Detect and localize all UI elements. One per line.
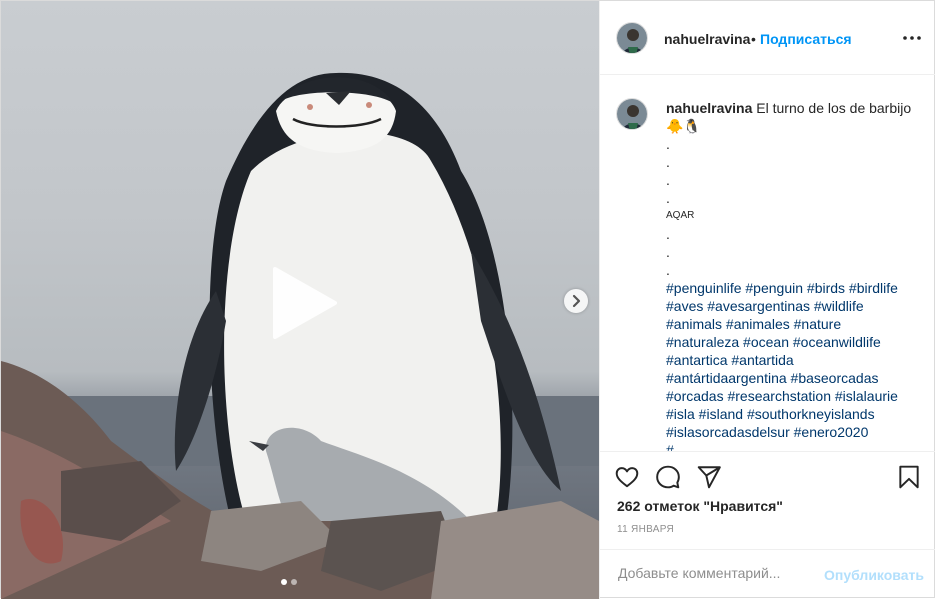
hashtag-line[interactable]: #penguinlife #penguin #birds #birdlife xyxy=(666,279,916,297)
play-button[interactable] xyxy=(263,263,343,343)
hashtag-line[interactable]: #isla #island #southorkneyislands xyxy=(666,405,916,423)
post-actions: 262 отметок "Нравится" 11 ЯНВАРЯ xyxy=(600,451,935,550)
avatar-image xyxy=(617,23,647,53)
post-header: nahuelravina • Подписаться xyxy=(600,1,935,75)
bookmark-icon xyxy=(899,465,919,489)
heart-icon xyxy=(615,467,639,488)
comment-button[interactable] xyxy=(655,464,681,490)
post-caption: nahuelravina El turno de los de barbijo … xyxy=(666,99,916,451)
carousel-dot xyxy=(291,579,297,585)
header-separator: • xyxy=(751,31,756,47)
post-sidebar: nahuelravina • Подписаться nahuelravina … xyxy=(599,1,935,599)
share-button[interactable] xyxy=(696,464,722,490)
caption-line: . xyxy=(666,154,670,170)
hashtag-line[interactable]: #... xyxy=(666,441,916,451)
add-comment-bar: Опубликовать xyxy=(600,549,935,600)
hashtag-line[interactable]: #animals #animales #nature xyxy=(666,315,916,333)
save-button[interactable] xyxy=(896,464,922,490)
carousel-indicator xyxy=(281,579,297,585)
post-media[interactable] xyxy=(1,1,599,599)
comment-input[interactable] xyxy=(616,564,810,582)
carousel-next-button[interactable] xyxy=(564,289,588,313)
caption-avatar[interactable] xyxy=(616,98,648,130)
avatar-image xyxy=(617,99,647,129)
caption-line: . xyxy=(666,262,670,278)
play-icon xyxy=(273,267,337,339)
send-icon xyxy=(697,466,721,489)
more-options-button[interactable] xyxy=(900,26,924,50)
carousel-dot xyxy=(281,579,287,585)
caption-line: . xyxy=(666,190,670,206)
hashtag-line[interactable]: #naturaleza #ocean #oceanwildlife xyxy=(666,333,916,351)
avatar[interactable] xyxy=(616,22,648,54)
chevron-right-icon xyxy=(572,294,581,308)
hashtag-line[interactable]: #antártidaargentina #baseorcadas xyxy=(666,369,916,387)
caption-line: . xyxy=(666,172,670,188)
header-username[interactable]: nahuelravina xyxy=(664,31,750,47)
hashtag-line[interactable]: #orcadas #researchstation #islalaurie xyxy=(666,387,916,405)
caption-line: . xyxy=(666,226,670,242)
post-date[interactable]: 11 ЯНВАРЯ xyxy=(617,524,674,535)
caption-line: . xyxy=(666,244,670,260)
caption-username[interactable]: nahuelravina xyxy=(666,100,752,116)
like-button[interactable] xyxy=(614,464,640,490)
caption-line: AQAR xyxy=(666,210,695,221)
more-options-icon xyxy=(903,36,921,40)
hashtag-line[interactable]: #islasorcadasdelsur #enero2020 xyxy=(666,423,916,441)
caption-line: . xyxy=(666,136,670,152)
comments-section[interactable]: nahuelravina El turno de los de barbijo … xyxy=(600,75,935,451)
follow-button[interactable]: Подписаться xyxy=(760,31,852,47)
likes-count[interactable]: 262 отметок "Нравится" xyxy=(617,498,783,514)
publish-button[interactable]: Опубликовать xyxy=(824,567,924,583)
comment-icon xyxy=(656,465,680,489)
hashtag-line[interactable]: #antartica #antartida xyxy=(666,351,916,369)
hashtag-line[interactable]: #aves #avesargentinas #wildlife xyxy=(666,297,916,315)
instagram-post: nahuelravina • Подписаться nahuelravina … xyxy=(0,0,935,599)
